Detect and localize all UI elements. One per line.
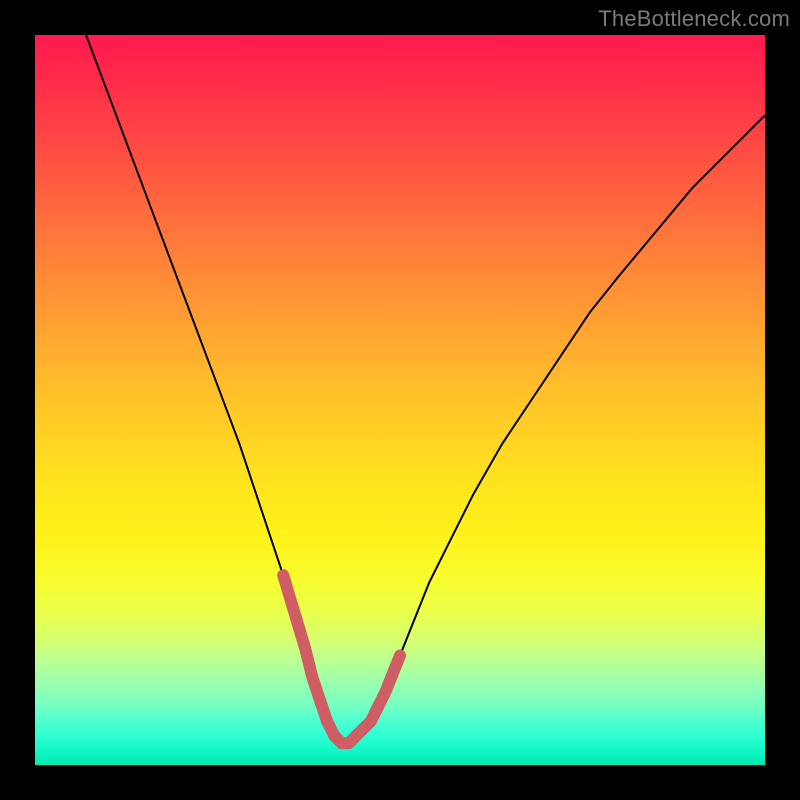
series-highlight-left — [283, 575, 327, 721]
series-curve — [86, 35, 765, 743]
series-highlight-right — [356, 656, 400, 736]
watermark-text: TheBottleneck.com — [598, 6, 790, 32]
chart-series-group — [86, 35, 765, 743]
chart-plot-svg — [35, 35, 765, 765]
chart-frame: TheBottleneck.com — [0, 0, 800, 800]
